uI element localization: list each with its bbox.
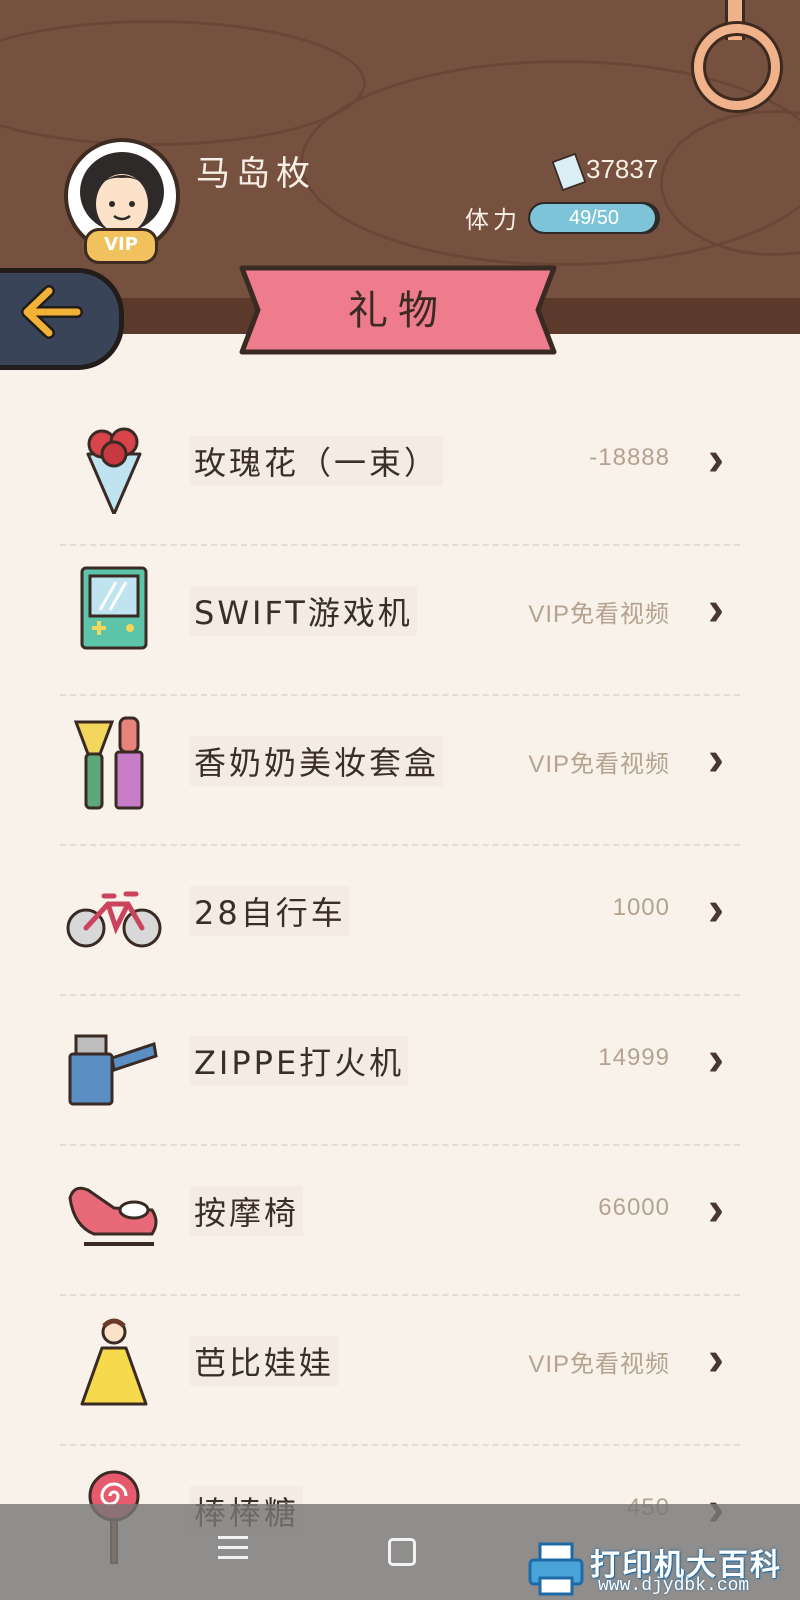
gift-price: 1000 xyxy=(612,894,670,921)
gift-price: 14999 xyxy=(598,1044,670,1071)
chevron-right-icon[interactable]: › xyxy=(708,582,724,637)
gift-name: 玫瑰花（一束） xyxy=(190,436,444,486)
gift-row[interactable]: 香奶奶美妆套盒 VIP免看视频 › xyxy=(0,696,800,848)
gift-price: VIP免看视频 xyxy=(528,1351,670,1378)
title-ribbon: 礼物 xyxy=(238,262,558,358)
watermark-url: www.djydbk.com xyxy=(598,1576,750,1596)
gift-name: ZIPPE打火机 xyxy=(190,1036,409,1086)
gift-price: VIP免看视频 xyxy=(528,601,670,628)
hanging-ring-icon[interactable] xyxy=(694,24,780,110)
rose-bouquet-icon xyxy=(86,427,142,514)
barbie-doll-icon xyxy=(80,1318,148,1406)
watermark: 打印机大百科 www.djydbk.com xyxy=(526,1540,796,1600)
gift-row[interactable]: 按摩椅 66000 › xyxy=(0,1146,800,1298)
gift-row[interactable]: ZIPPE打火机 14999 › xyxy=(0,996,800,1148)
back-arrow-icon xyxy=(19,285,83,352)
massage-chair-icon xyxy=(68,1186,158,1246)
wood-grain xyxy=(0,20,366,146)
chevron-right-icon[interactable]: › xyxy=(708,882,724,937)
gift-name: 28自行车 xyxy=(190,886,350,936)
stamina-bar: 49/50 xyxy=(528,202,660,234)
printer-logo-icon xyxy=(528,1542,584,1596)
gift-row[interactable]: 28自行车 1000 › xyxy=(0,846,800,998)
gift-price: 66000 xyxy=(598,1194,670,1221)
makeup-kit-icon xyxy=(73,716,144,810)
chevron-right-icon[interactable]: › xyxy=(708,1182,724,1237)
gift-price: VIP免看视频 xyxy=(528,751,670,778)
page-title: 礼物 xyxy=(348,288,448,334)
gift-name: 按摩椅 xyxy=(190,1186,304,1236)
game-console-icon xyxy=(80,566,148,650)
gift-name: 香奶奶美妆套盒 xyxy=(190,736,444,786)
gift-name: 芭比娃娃 xyxy=(190,1336,339,1386)
gift-row[interactable]: 芭比娃娃 VIP免看视频 › xyxy=(0,1296,800,1448)
vip-badge: VIP xyxy=(84,228,158,264)
chevron-right-icon[interactable]: › xyxy=(708,432,724,487)
gift-price: -18888 xyxy=(589,444,670,471)
stamina-value: 49/50 xyxy=(568,207,620,229)
lighter-icon xyxy=(68,1034,158,1106)
bicycle-icon xyxy=(66,891,162,948)
chevron-right-icon[interactable]: › xyxy=(708,1332,724,1387)
menu-icon[interactable] xyxy=(218,1536,248,1566)
gift-row[interactable]: 玫瑰花（一束） -18888 › xyxy=(0,396,800,548)
money-value: 37837 xyxy=(586,154,659,184)
stamina-label: 体力 xyxy=(465,206,521,234)
chevron-right-icon[interactable]: › xyxy=(708,732,724,787)
home-icon[interactable] xyxy=(388,1538,416,1566)
chevron-right-icon[interactable]: › xyxy=(708,1032,724,1087)
gift-row[interactable]: SWIFT游戏机 VIP免看视频 › xyxy=(0,546,800,698)
player-name: 马岛枚 xyxy=(196,154,316,194)
gift-name: SWIFT游戏机 xyxy=(190,586,417,636)
back-button[interactable] xyxy=(0,268,124,370)
